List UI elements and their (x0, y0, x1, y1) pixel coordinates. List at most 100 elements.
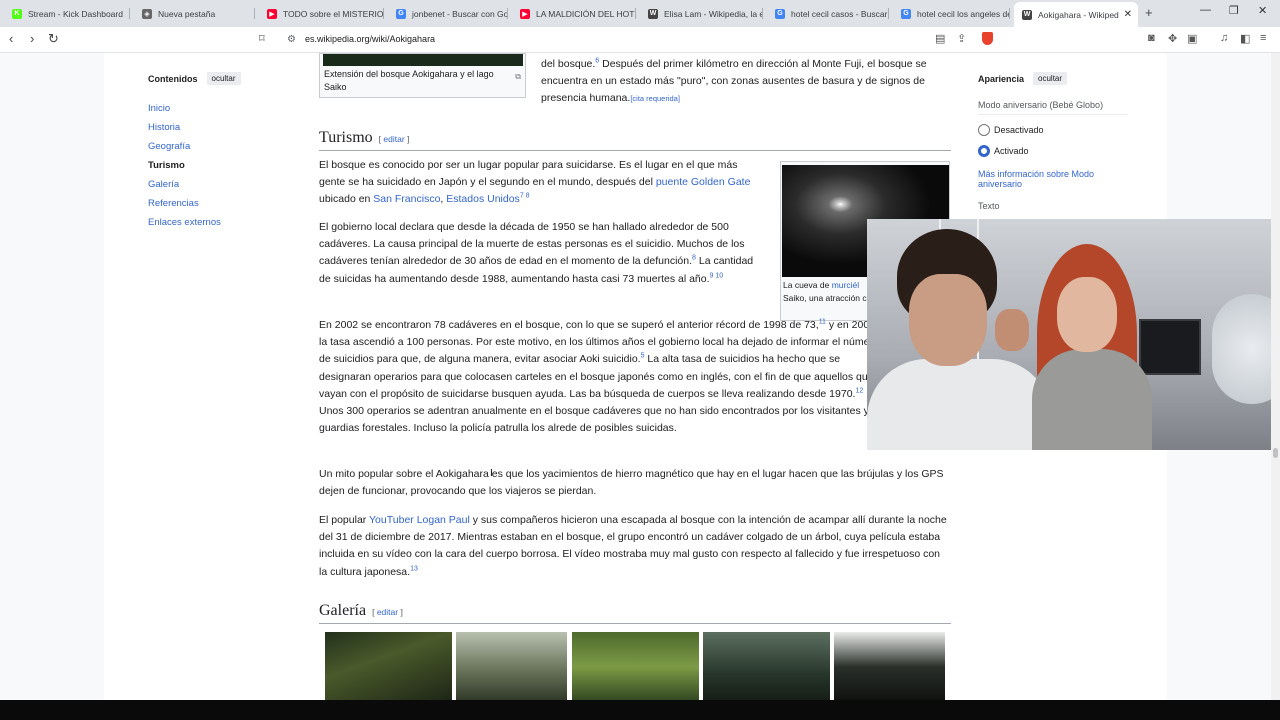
intro-paragraph-end: del bosque.6 Después del primer kilómetr… (541, 56, 951, 108)
back-icon[interactable]: ‹ (9, 31, 13, 46)
forward-icon[interactable]: › (30, 31, 34, 46)
tab-7[interactable]: Ghotel cecil casos - Buscar (767, 3, 889, 24)
forest-lake-image[interactable] (323, 54, 523, 66)
toc-hide-button[interactable]: ocultar (206, 72, 241, 85)
sidebar-icon[interactable]: ◧ (1240, 32, 1250, 45)
edit-galeria-link[interactable]: editar (377, 607, 398, 617)
scrollbar-thumb[interactable] (1273, 448, 1278, 458)
webcam-monitor (1139, 319, 1201, 375)
heading-turismo: Turismo [ editar ] (319, 129, 951, 152)
san-francisco-link[interactable]: San Francisco (373, 193, 440, 205)
edit-turismo[interactable]: [ editar ] (379, 134, 410, 144)
webcam-person-2-face (1057, 277, 1117, 352)
gallery-image-2[interactable] (456, 632, 567, 700)
gallery-image-3[interactable] (572, 632, 699, 700)
camera-icon[interactable]: ◙ (1148, 32, 1155, 44)
tab-title: LA MALDICIÓN DEL HOTE (536, 8, 636, 19)
ref-12[interactable]: 12 (855, 387, 863, 394)
cave-caption-link[interactable]: murciél (832, 280, 859, 290)
paragraph-5: El popular YouTuber Logan Paul y sus com… (319, 512, 951, 581)
extensions-icon[interactable]: ✥ (1168, 32, 1177, 45)
page-scrollbar[interactable] (1271, 53, 1280, 700)
kick-icon: K (12, 8, 22, 19)
webcam-person-1-face (909, 274, 987, 366)
radio-off-icon[interactable] (978, 124, 990, 136)
restore-icon[interactable]: ❐ (1229, 4, 1239, 17)
radio-desactivado[interactable]: Desactivado (978, 124, 1128, 136)
bookmark-icon[interactable]: ⌑ (259, 32, 265, 45)
edit-galeria[interactable]: [ editar ] (372, 607, 403, 617)
paragraph-4: Un mito popular sobre el Aokigahara es q… (319, 468, 944, 498)
toc-item-referencias[interactable]: Referencias (148, 198, 298, 209)
close-tab-icon[interactable]: ✕ (1124, 9, 1132, 20)
tab-title: Aokigahara - Wikiped (1038, 9, 1119, 20)
tab-title: Elisa Lam - Wikipedia, la e (664, 8, 763, 19)
heading-turismo-text: Turismo (319, 129, 373, 146)
intro-text-cont: Después del primer kilómetro en direcció… (541, 58, 927, 105)
tab-1[interactable]: K Stream - Kick Dashboard (4, 3, 130, 24)
enlarge-icon[interactable]: ⧉ (515, 68, 521, 85)
tab-strip: K Stream - Kick Dashboard ◈ Nueva pestaña ▶ T… (0, 0, 1280, 27)
music-icon[interactable]: ♫ (1220, 32, 1228, 44)
tab-2[interactable]: ◈ Nueva pestaña (134, 3, 255, 24)
toc-item-galeria[interactable]: Galería (148, 179, 298, 190)
more-info-link[interactable]: Más información sobre Modo aniversario (978, 169, 1128, 189)
citation-needed-link[interactable]: [cita requerida] (630, 94, 680, 103)
ref-13[interactable]: 13 (410, 565, 418, 572)
p1-text-2: ubicado en (319, 193, 374, 206)
webcam-ring-light (1212, 294, 1278, 404)
toc-item-turismo[interactable]: Turismo (148, 160, 298, 171)
radio-activado[interactable]: Activado (978, 145, 1128, 157)
ref-11[interactable]: 11 (819, 319, 826, 326)
gallery-image-5[interactable] (834, 632, 945, 700)
webcam-person-1-body (867, 359, 1052, 450)
ref-9-10[interactable]: 9 10 (710, 272, 724, 279)
gallery-image-1[interactable] (325, 632, 452, 700)
toc-item-enlaces[interactable]: Enlaces externos (148, 217, 298, 228)
tab-4[interactable]: Gjonbenet - Buscar con Go (388, 3, 508, 24)
tab-separator (383, 8, 384, 19)
appearance-header: Apariencia ocultar (978, 72, 1128, 85)
tab-9[interactable]: W Aokigahara - Wikiped ✕ (1014, 2, 1138, 27)
wallet-icon[interactable]: ▣ (1187, 32, 1197, 45)
brave-shield-icon[interactable] (982, 32, 993, 45)
reader-icon[interactable]: ▤ (935, 32, 945, 45)
edit-turismo-link[interactable]: editar (383, 134, 404, 144)
close-window-icon[interactable]: ✕ (1258, 4, 1267, 17)
appearance-panel: Apariencia ocultar Modo aniversario (Beb… (978, 72, 1128, 211)
address-toolbar: ‹ › ↻ ⌑ ⚙ es.wikipedia.org/wiki/Aokigaha… (0, 27, 1280, 53)
radio-off-label: Desactivado (994, 125, 1044, 135)
logan-paul-link[interactable]: YouTuber Logan Paul (369, 514, 470, 526)
mouse-cursor-icon: I (490, 468, 493, 479)
tab-6[interactable]: W Elisa Lam - Wikipedia, la e (640, 3, 763, 24)
shield-icon: ◈ (142, 8, 152, 19)
toc-item-geografia[interactable]: Geografía (148, 141, 298, 152)
tab-8[interactable]: Ghotel cecil los angeles de (893, 3, 1010, 24)
toc-item-historia[interactable]: Historia (148, 122, 298, 133)
url-field[interactable]: es.wikipedia.org/wiki/Aokigahara (305, 34, 435, 44)
paragraph-3: En 2002 se encontraron 78 cadáveres en e… (319, 317, 879, 437)
gallery-image-4[interactable] (703, 632, 830, 700)
toc-item-inicio[interactable]: Inicio (148, 103, 298, 114)
menu-icon[interactable]: ≡ (1260, 32, 1266, 44)
site-info-icon[interactable]: ⚙ (287, 34, 296, 45)
tab-separator (129, 8, 130, 19)
appearance-hide-button[interactable]: ocultar (1033, 72, 1068, 85)
ref-7-8[interactable]: 7 8 (520, 193, 530, 200)
tab-title: jonbenet - Buscar con Go (412, 8, 508, 19)
p3-text-4: Unos 300 operarios se adentran anualment… (319, 405, 869, 435)
golden-gate-link[interactable]: puente Golden Gate (656, 176, 751, 188)
tab-5[interactable]: ▶ LA MALDICIÓN DEL HOTE (512, 3, 636, 24)
webcam-hand (995, 309, 1029, 351)
webcam-overlay (867, 219, 1278, 450)
tab-3[interactable]: ▶ TODO sobre el MISTERIOS (259, 3, 384, 24)
new-tab-icon[interactable]: + (1145, 5, 1153, 20)
minimize-icon[interactable]: — (1200, 4, 1211, 16)
reload-icon[interactable]: ↻ (48, 31, 59, 47)
paragraph-2: El gobierno local declara que desde la d… (319, 219, 759, 288)
share-icon[interactable]: ⇪ (957, 32, 966, 45)
citation-needed[interactable]: [cita requerida] (630, 94, 680, 103)
tab-title: TODO sobre el MISTERIOS (283, 8, 384, 19)
estados-unidos-link[interactable]: Estados Unidos (446, 193, 520, 205)
radio-on-icon[interactable] (978, 145, 990, 157)
